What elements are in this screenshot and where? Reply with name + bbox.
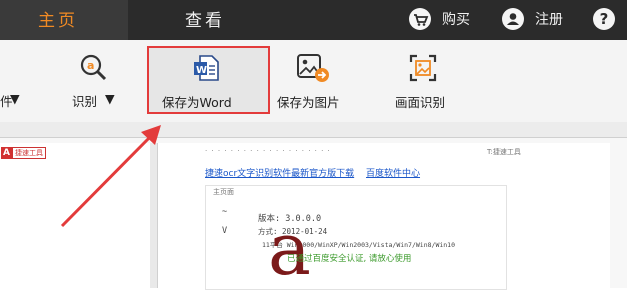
annotation-arrow (60, 125, 161, 228)
